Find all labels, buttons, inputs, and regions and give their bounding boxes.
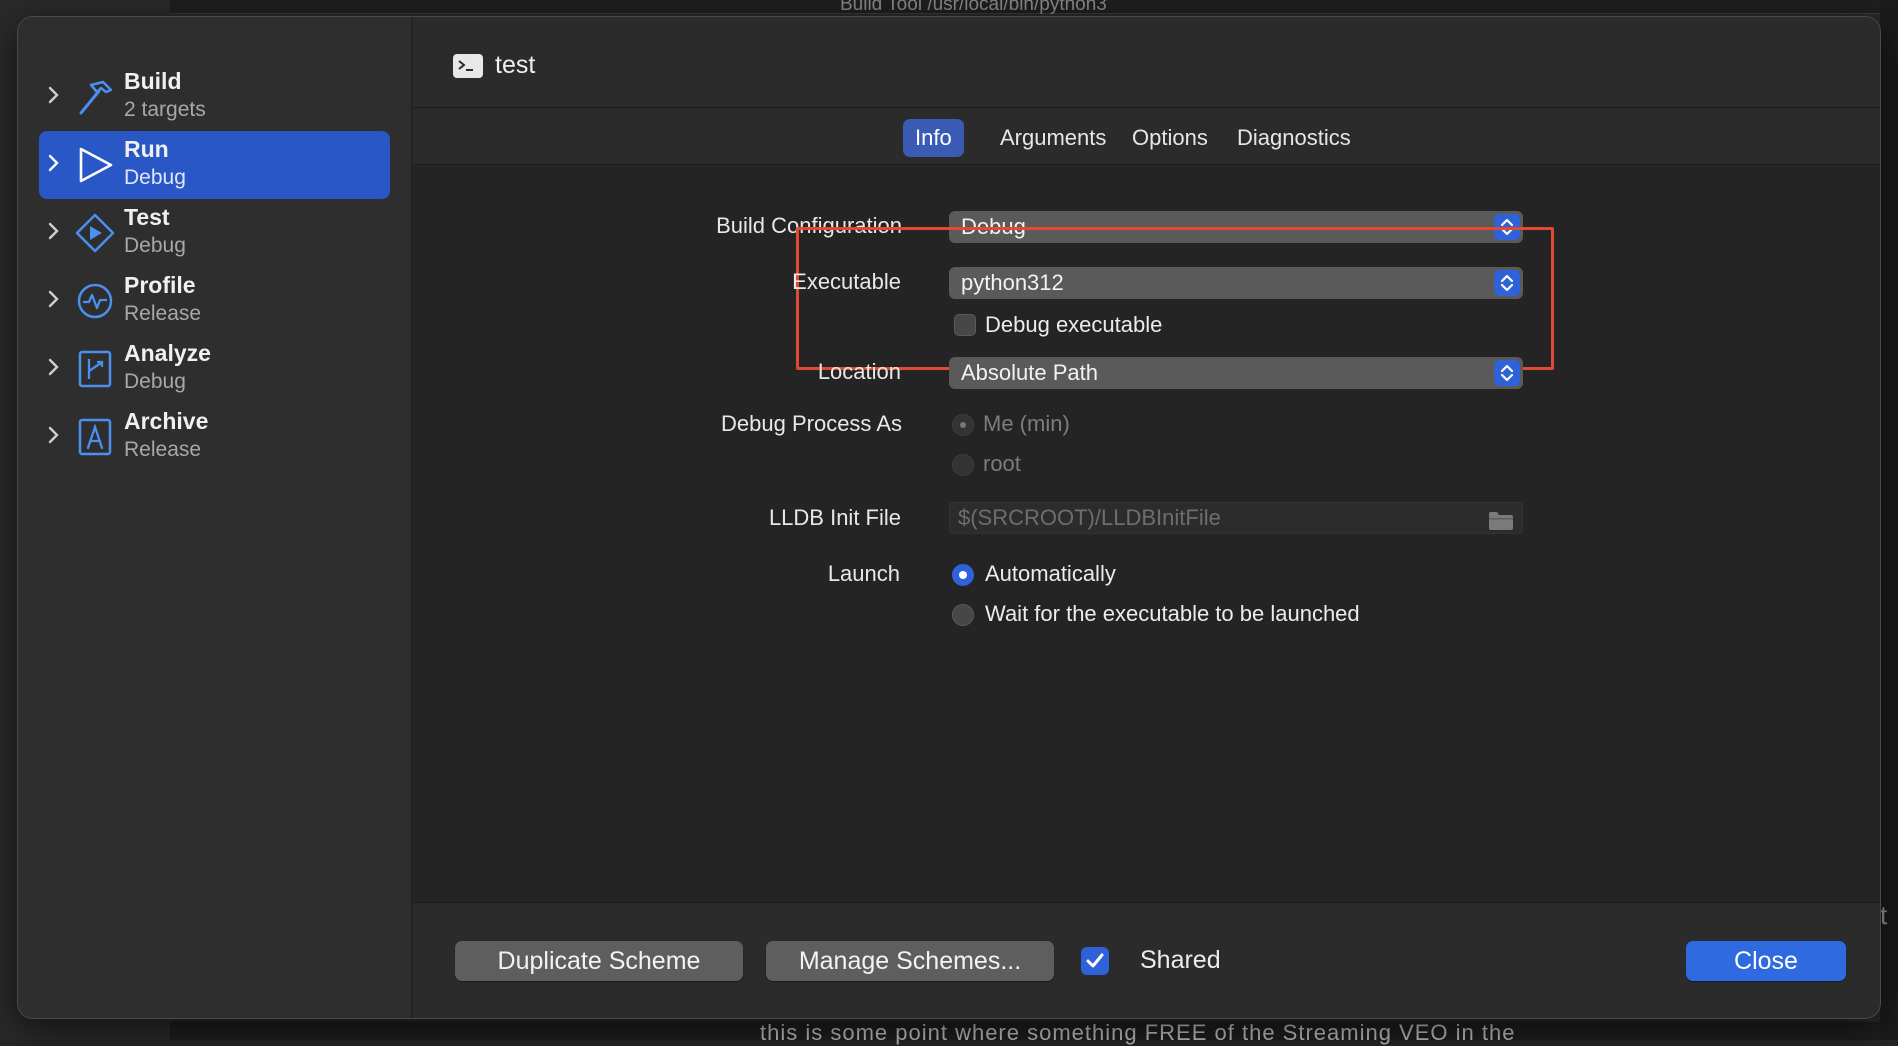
location-popup[interactable]: Absolute Path [949, 357, 1523, 389]
up-down-chevron-icon[interactable] [1494, 270, 1520, 296]
lldb-init-file-placeholder: $(SRCROOT)/LLDBInitFile [958, 505, 1221, 530]
tab-arguments[interactable]: Arguments [988, 119, 1118, 157]
manage-schemes-button[interactable]: Manage Schemes... [766, 941, 1054, 981]
background-editor-text: this is some point where something FREE … [760, 1020, 1515, 1046]
location-label: Location [818, 359, 901, 385]
duplicate-scheme-button[interactable]: Duplicate Scheme [455, 941, 743, 981]
debug-process-root-radio[interactable] [952, 454, 974, 476]
sidebar-item-archive[interactable]: Archive Release [39, 403, 390, 471]
sidebar-item-build[interactable]: Build 2 targets [39, 63, 390, 131]
scheme-detail-pane: test Info Arguments Options Diagnostics … [413, 17, 1880, 1018]
location-value: Absolute Path [961, 360, 1098, 385]
up-down-chevron-icon[interactable] [1494, 360, 1520, 386]
tab-options[interactable]: Options [1120, 119, 1220, 157]
sidebar-item-title: Analyze [124, 340, 211, 367]
debug-process-root-label: root [983, 451, 1021, 477]
sidebar-item-subtitle: Debug [124, 166, 186, 190]
sidebar-item-profile[interactable]: Profile Release [39, 267, 390, 335]
sidebar-item-subtitle: Debug [124, 234, 186, 258]
sidebar-item-subtitle: Debug [124, 370, 186, 394]
chevron-right-icon[interactable] [47, 221, 67, 245]
lldb-init-file-label: LLDB Init File [769, 505, 901, 531]
chevron-right-icon[interactable] [47, 425, 67, 449]
background-build-tool-text: Build Tool /usr/local/bin/python3 [840, 0, 1107, 16]
shared-label: Shared [1140, 946, 1221, 975]
sidebar-item-subtitle: 2 targets [124, 98, 206, 122]
debug-process-me-radio[interactable] [952, 414, 974, 436]
sheet-footer: Duplicate Scheme Manage Schemes... Share… [413, 902, 1880, 1018]
analyze-icon [75, 349, 115, 389]
shared-checkbox[interactable] [1081, 947, 1109, 975]
scheme-title: test [495, 51, 535, 80]
sidebar-item-title: Profile [124, 272, 196, 299]
background-right-edge [1880, 0, 1898, 1040]
sidebar-item-title: Archive [124, 408, 208, 435]
sidebar-item-subtitle: Release [124, 438, 201, 462]
tab-info[interactable]: Info [903, 119, 964, 157]
chevron-right-icon[interactable] [47, 357, 67, 381]
sidebar-item-test[interactable]: Test Debug [39, 199, 390, 267]
info-form: Build Configuration Debug Executable pyt… [413, 166, 1880, 902]
chevron-right-icon[interactable] [47, 153, 67, 177]
launch-label: Launch [828, 561, 900, 587]
debug-executable-label: Debug executable [985, 312, 1162, 338]
play-icon [75, 145, 115, 185]
chevron-right-icon[interactable] [47, 289, 67, 313]
hammer-icon [75, 77, 115, 117]
sidebar-item-analyze[interactable]: Analyze Debug [39, 335, 390, 403]
launch-wait-radio[interactable] [952, 604, 974, 626]
terminal-icon [453, 54, 483, 78]
background-right-glyph: t [1880, 900, 1887, 931]
sidebar-item-subtitle: Release [124, 302, 201, 326]
debug-process-me-label: Me (min) [983, 411, 1070, 437]
folder-icon[interactable] [1488, 509, 1514, 529]
sidebar-item-title: Build [124, 68, 182, 95]
scheme-action-sidebar: Build 2 targets Run Debug Test Debug Pro… [18, 17, 412, 1018]
close-button[interactable]: Close [1686, 941, 1846, 981]
launch-automatically-radio[interactable] [952, 564, 974, 586]
scheme-editor-sheet: Build 2 targets Run Debug Test Debug Pro… [17, 16, 1881, 1019]
lldb-init-file-field[interactable]: $(SRCROOT)/LLDBInitFile [949, 502, 1523, 534]
tab-diagnostics[interactable]: Diagnostics [1225, 119, 1363, 157]
chevron-right-icon[interactable] [47, 85, 67, 109]
debug-process-as-label: Debug Process As [721, 411, 902, 437]
sidebar-item-title: Test [124, 204, 170, 231]
debug-executable-checkbox[interactable] [954, 314, 976, 336]
executable-value: python312 [961, 270, 1064, 295]
launch-wait-label: Wait for the executable to be launched [985, 601, 1360, 627]
archive-icon [75, 417, 115, 457]
executable-popup[interactable]: python312 [949, 267, 1523, 299]
test-diamond-icon [75, 213, 115, 253]
launch-automatically-label: Automatically [985, 561, 1116, 587]
scheme-title-bar: test [413, 17, 1880, 108]
sidebar-item-title: Run [124, 136, 169, 163]
tab-bar: Info Arguments Options Diagnostics [413, 109, 1880, 165]
profile-gauge-icon [75, 281, 115, 321]
executable-label: Executable [792, 269, 901, 295]
sidebar-item-run[interactable]: Run Debug [39, 131, 390, 199]
